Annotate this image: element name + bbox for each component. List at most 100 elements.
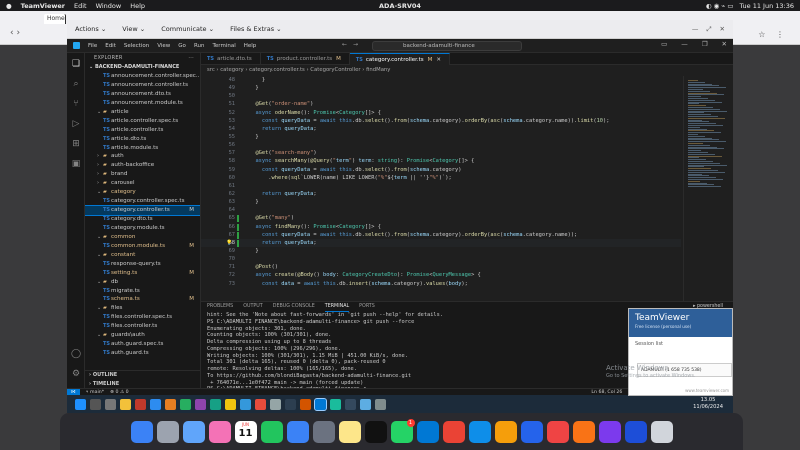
- run-debug-icon[interactable]: ▷: [71, 119, 81, 129]
- menu-view[interactable]: View: [157, 43, 170, 49]
- taskbar-app-icon[interactable]: [270, 398, 281, 410]
- code-line[interactable]: 50: [201, 92, 681, 100]
- taskbar-app-icon[interactable]: [375, 398, 386, 410]
- tree-item[interactable]: TSfiles.controller.ts: [85, 322, 200, 331]
- tv-website[interactable]: www.teamviewer.com: [685, 388, 729, 393]
- menu-run[interactable]: Run: [194, 43, 205, 49]
- tree-item[interactable]: TSmigrate.ts: [85, 287, 200, 296]
- command-center-search[interactable]: backend-adamulti-finance: [372, 41, 522, 51]
- tree-item[interactable]: › ▰ brand: [85, 170, 200, 179]
- tree-item[interactable]: TSschema.ts M: [85, 295, 200, 304]
- file-explorer-icon[interactable]: [120, 398, 131, 410]
- taskbar-vscode-icon[interactable]: [314, 397, 327, 411]
- menu-terminal[interactable]: Terminal: [212, 43, 235, 49]
- breadcrumb-item[interactable]: category.controller.ts: [249, 67, 305, 73]
- safari-icon[interactable]: [182, 420, 205, 443]
- notes-icon[interactable]: [338, 420, 361, 443]
- taskbar-app-icon[interactable]: [165, 398, 176, 410]
- tree-item[interactable]: TSarticle.dto.ts: [85, 135, 200, 144]
- code-line[interactable]: 49 }: [201, 84, 681, 92]
- code-line[interactable]: 71 @Post(): [201, 263, 681, 271]
- code-line[interactable]: 62 return queryData;: [201, 190, 681, 198]
- panel-tab[interactable]: PROBLEMS: [207, 302, 233, 312]
- taskbar-app-icon[interactable]: [330, 398, 341, 410]
- breadcrumb-item[interactable]: category: [220, 67, 243, 73]
- menu-go[interactable]: Go: [178, 43, 186, 49]
- tab-close-icon[interactable]: ✕: [436, 57, 441, 63]
- menu-edit[interactable]: Edit: [74, 2, 87, 10]
- code-line[interactable]: 60 .where(sql`LOWER(name) LIKE LOWER("%"…: [201, 174, 681, 182]
- terminal-icon[interactable]: [364, 420, 387, 443]
- taskbar-app-icon[interactable]: [255, 398, 266, 410]
- code-line[interactable]: 69 }: [201, 247, 681, 255]
- taskbar-app-icon[interactable]: [240, 398, 251, 410]
- explorer-icon[interactable]: ❏: [71, 59, 81, 69]
- tree-item[interactable]: ⌄ ▰ db: [85, 278, 200, 287]
- numbers-icon[interactable]: [260, 420, 283, 443]
- tv-communicate-menu[interactable]: Communicate ⌄: [161, 25, 214, 33]
- chrome-alt-icon[interactable]: [494, 420, 517, 443]
- apple-icon[interactable]: ●: [6, 2, 12, 10]
- outline-section[interactable]: › OUTLINE: [85, 371, 200, 380]
- tree-item[interactable]: TSarticle.controller.ts: [85, 126, 200, 135]
- taskbar-app-icon[interactable]: [180, 398, 191, 410]
- status-icons[interactable]: ◐ ◉ ⌁ ▭: [706, 2, 734, 10]
- lightbulb-icon[interactable]: 💡: [226, 239, 232, 247]
- tree-item[interactable]: TSresponse-query.ts: [85, 260, 200, 269]
- editor-tab[interactable]: TS article.dto.ts: [201, 53, 261, 65]
- tv-files-menu[interactable]: Files & Extras ⌄: [230, 25, 282, 33]
- finder-icon[interactable]: [130, 420, 153, 443]
- search-icon[interactable]: ⌕: [71, 79, 81, 89]
- code-line[interactable]: 56: [201, 141, 681, 149]
- tree-item[interactable]: TSarticle.controller.spec.ts: [85, 117, 200, 126]
- taskbar-app-icon[interactable]: [345, 398, 356, 410]
- code-line[interactable]: 72 async create(@Body() body: CategoryCr…: [201, 271, 681, 279]
- layout-icon[interactable]: ▭: [661, 40, 667, 48]
- maximize-icon[interactable]: ❐: [702, 40, 708, 48]
- taskbar-app-icon[interactable]: [300, 398, 311, 410]
- panel-tab[interactable]: TERMINAL: [324, 302, 350, 312]
- tree-item[interactable]: ⌄ ▰ constant: [85, 251, 200, 260]
- tree-item[interactable]: ⌄ ▰ article: [85, 108, 200, 117]
- anydesk-icon[interactable]: [546, 420, 569, 443]
- app-icon[interactable]: [598, 420, 621, 443]
- tree-item[interactable]: TSauth.guard.ts: [85, 349, 200, 358]
- tree-item[interactable]: TSarticle.module.ts: [85, 144, 200, 153]
- tree-item[interactable]: TSannouncement.controller.spec...: [85, 72, 200, 81]
- menu-clock[interactable]: Tue 11 Jun 13:36: [740, 2, 794, 10]
- minimize-icon[interactable]: —: [681, 40, 688, 48]
- code-line[interactable]: 51 @Get("order-name"): [201, 100, 681, 108]
- tv-session-list[interactable]: Session list: [629, 337, 732, 351]
- menu-help[interactable]: Help: [130, 2, 145, 10]
- code-line[interactable]: 70: [201, 255, 681, 263]
- calendar-icon[interactable]: JUN 11: [234, 420, 257, 443]
- code-line[interactable]: 73 const data = await this.db.insert(sch…: [201, 280, 681, 288]
- menu-help[interactable]: Help: [244, 43, 257, 49]
- tree-item[interactable]: ⌄ ▰ guards\auth: [85, 331, 200, 340]
- settings-gear-icon[interactable]: ⚙: [71, 369, 81, 379]
- trash-icon[interactable]: [650, 420, 673, 443]
- project-root[interactable]: ⌄ BACKEND-ADAMULTI-FINANCE: [85, 63, 200, 72]
- vlc-icon[interactable]: [572, 420, 595, 443]
- taskbar-app-icon[interactable]: [360, 398, 371, 410]
- browser-back-icon[interactable]: ‹ ›: [10, 28, 40, 40]
- breadcrumb-item[interactable]: CategoryController: [310, 67, 360, 73]
- browser-toolbar-icons[interactable]: ☆ ⋮: [758, 30, 788, 39]
- more-actions-icon[interactable]: ···: [188, 53, 194, 63]
- code-line[interactable]: 65 @Get("many"): [201, 214, 681, 223]
- taskbar-app-icon[interactable]: [150, 398, 161, 410]
- taskbar-app-icon[interactable]: [285, 398, 296, 410]
- code-line[interactable]: 54 return queryData;: [201, 125, 681, 133]
- taskbar-app-icon[interactable]: [135, 398, 146, 410]
- tv-fullscreen-icon[interactable]: ⤢: [706, 25, 711, 34]
- tree-item[interactable]: TSannouncement.module.ts: [85, 99, 200, 108]
- vscode-dock-icon[interactable]: [416, 420, 439, 443]
- source-control-icon[interactable]: ⑂: [71, 99, 81, 109]
- chrome-icon[interactable]: [442, 420, 465, 443]
- panel-tab[interactable]: DEBUG CONSOLE: [273, 302, 315, 312]
- code-line[interactable]: 58 async searchMany(@Query("term") term:…: [201, 157, 681, 165]
- system-settings-icon[interactable]: [312, 420, 335, 443]
- taskbar-search-icon[interactable]: [90, 398, 101, 410]
- tree-item[interactable]: ⌄ ▰ files: [85, 304, 200, 313]
- panel-tab[interactable]: OUTPUT: [243, 302, 263, 312]
